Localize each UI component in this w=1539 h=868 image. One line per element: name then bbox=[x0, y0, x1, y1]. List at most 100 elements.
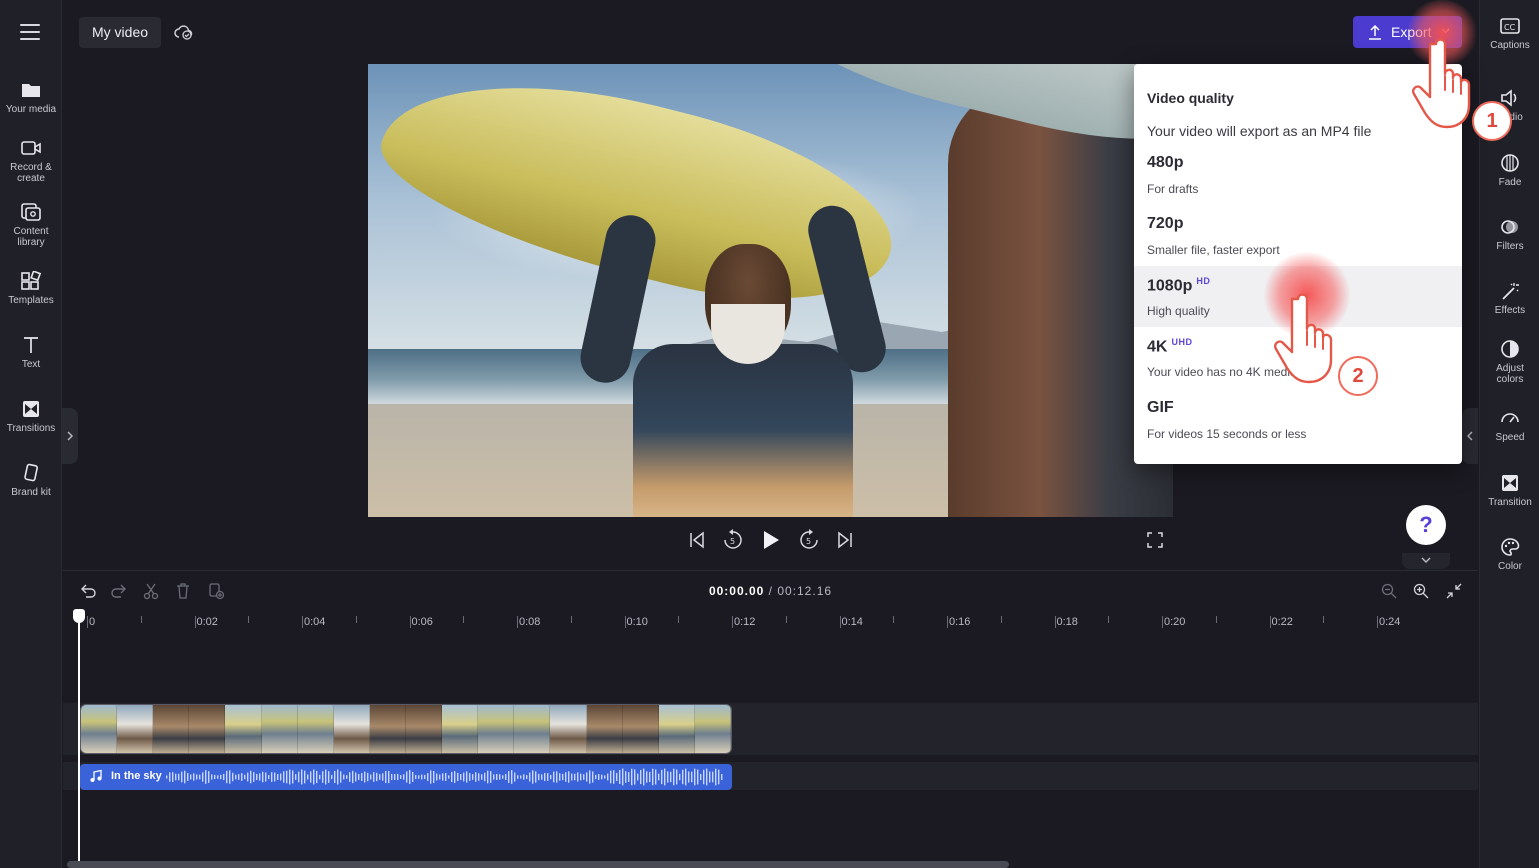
quality-label: 4K bbox=[1147, 338, 1168, 356]
waveform-bar bbox=[676, 769, 678, 785]
quality-option-gif[interactable]: GIF For videos 15 seconds or less bbox=[1134, 389, 1462, 450]
ruler-tick-label: 0:22 bbox=[1271, 616, 1293, 628]
sidebar-item-speed[interactable]: Speed bbox=[1480, 408, 1539, 443]
clip-thumbnail bbox=[442, 705, 479, 753]
sidebar-item-adjust-colors[interactable]: Adjust colors bbox=[1480, 339, 1539, 385]
waveform-bar bbox=[331, 774, 333, 780]
waveform-bar bbox=[694, 768, 696, 786]
waveform-bar bbox=[169, 772, 171, 782]
waveform-bar bbox=[220, 774, 222, 780]
fit-timeline-icon[interactable] bbox=[1445, 582, 1463, 600]
sidebar-item-content-library[interactable]: Content library bbox=[0, 202, 62, 248]
scissors-icon[interactable] bbox=[142, 582, 160, 600]
waveform-bar bbox=[247, 772, 249, 782]
help-button[interactable]: ? bbox=[1406, 505, 1446, 545]
redo-icon[interactable] bbox=[110, 582, 128, 600]
ruler-tick-label: 0:12 bbox=[734, 616, 756, 628]
quality-description: For videos 15 seconds or less bbox=[1147, 427, 1307, 441]
ruler-tick-label: 0:20 bbox=[1164, 616, 1186, 628]
sidebar-item-transition[interactable]: Transition bbox=[1480, 473, 1539, 508]
waveform-bar bbox=[586, 772, 588, 782]
clip-thumbnail bbox=[189, 705, 226, 753]
playhead[interactable] bbox=[78, 612, 80, 868]
zoom-out-icon[interactable] bbox=[1380, 582, 1398, 600]
sidebar-item-filters[interactable]: Filters bbox=[1480, 217, 1539, 252]
menu-icon[interactable] bbox=[20, 24, 40, 40]
timeline-scrollbar[interactable] bbox=[67, 861, 1009, 868]
rewind-5-icon[interactable]: 5 bbox=[722, 528, 744, 552]
waveform-bar bbox=[637, 773, 639, 781]
waveform-bar bbox=[607, 773, 609, 781]
ruler-tick bbox=[624, 616, 626, 628]
fullscreen-icon[interactable] bbox=[1146, 528, 1164, 552]
sidebar-item-effects[interactable]: Effects bbox=[1480, 281, 1539, 316]
collapse-preview-button[interactable] bbox=[1402, 553, 1450, 569]
waveform-bar bbox=[307, 774, 309, 780]
ruler-tick-label: 0:02 bbox=[196, 616, 218, 628]
waveform-bar bbox=[718, 769, 720, 785]
sidebar-item-transitions[interactable]: Transitions bbox=[0, 399, 62, 434]
waveform-bar bbox=[253, 772, 255, 782]
expand-left-panel-button[interactable] bbox=[62, 408, 78, 464]
sidebar-item-brand-kit[interactable]: Brand kit bbox=[0, 463, 62, 498]
quality-option-480p[interactable]: 480p For drafts bbox=[1134, 144, 1462, 205]
waveform-bar bbox=[436, 773, 438, 781]
waveform-bar bbox=[232, 772, 234, 782]
waveform-bar bbox=[628, 772, 630, 782]
waveform-bar bbox=[451, 771, 453, 783]
ruler-minor-tick bbox=[678, 616, 680, 623]
waveform-bar bbox=[610, 770, 612, 784]
total-time: 00:12.16 bbox=[777, 584, 833, 598]
skip-to-start-icon[interactable] bbox=[688, 528, 706, 552]
sidebar-item-color[interactable]: Color bbox=[1480, 537, 1539, 572]
clip-thumbnail bbox=[81, 705, 118, 753]
waveform-bar bbox=[190, 774, 192, 780]
cloud-saved-icon bbox=[174, 25, 193, 40]
zoom-in-icon[interactable] bbox=[1412, 582, 1430, 600]
waveform-bar bbox=[523, 774, 525, 780]
playhead-handle[interactable] bbox=[73, 609, 85, 623]
waveform-bar bbox=[529, 772, 531, 782]
library-icon bbox=[21, 203, 41, 221]
waveform-bar bbox=[601, 774, 603, 780]
waveform-bar bbox=[448, 775, 450, 779]
project-title[interactable]: My video bbox=[79, 17, 162, 48]
waveform-bar bbox=[229, 770, 231, 784]
waveform-bar bbox=[673, 768, 675, 786]
waveform-bar bbox=[289, 769, 291, 785]
waveform-bar bbox=[397, 773, 399, 781]
sidebar-item-fade[interactable]: Fade bbox=[1480, 153, 1539, 188]
video-clip[interactable] bbox=[80, 704, 732, 754]
waveform-bar bbox=[688, 771, 690, 783]
chevron-down-icon bbox=[1421, 557, 1431, 563]
forward-5-icon[interactable]: 5 bbox=[798, 528, 820, 552]
waveform-bar bbox=[709, 771, 711, 783]
ruler-tick bbox=[194, 616, 196, 628]
trash-icon[interactable] bbox=[174, 582, 192, 600]
timeline-ruler[interactable]: 0 0:02 0:04 0:06 0:08 0:10 0:12 0:14 0:16 0:18 0:2… bbox=[63, 612, 1478, 632]
menu-heading: Video quality bbox=[1147, 90, 1234, 106]
sidebar-item-templates[interactable]: Templates bbox=[0, 271, 62, 306]
sidebar-item-record-create[interactable]: Record & create bbox=[0, 138, 62, 184]
sidebar-item-your-media[interactable]: Your media bbox=[0, 80, 62, 115]
duplicate-icon[interactable] bbox=[207, 582, 225, 600]
clip-thumbnail bbox=[297, 705, 334, 753]
sidebar-item-captions[interactable]: CC Captions bbox=[1480, 16, 1539, 51]
expand-right-panel-button[interactable] bbox=[1462, 408, 1478, 464]
quality-label: 480p bbox=[1147, 154, 1184, 171]
text-icon bbox=[24, 337, 38, 353]
waveform-bar bbox=[643, 768, 645, 786]
audio-clip[interactable]: In the sky bbox=[80, 764, 732, 790]
sidebar-item-text[interactable]: Text bbox=[0, 335, 62, 370]
waveform-bar bbox=[358, 774, 360, 780]
undo-icon[interactable] bbox=[79, 582, 97, 600]
play-icon[interactable] bbox=[761, 528, 781, 552]
ruler-minor-tick bbox=[463, 616, 465, 623]
video-preview[interactable] bbox=[368, 64, 1173, 517]
waveform-bar bbox=[478, 773, 480, 781]
waveform-bar bbox=[187, 773, 189, 781]
skip-to-end-icon[interactable] bbox=[836, 528, 854, 552]
waveform-bar bbox=[250, 770, 252, 784]
waveform-bar bbox=[592, 771, 594, 783]
waveform-bar bbox=[244, 774, 246, 780]
